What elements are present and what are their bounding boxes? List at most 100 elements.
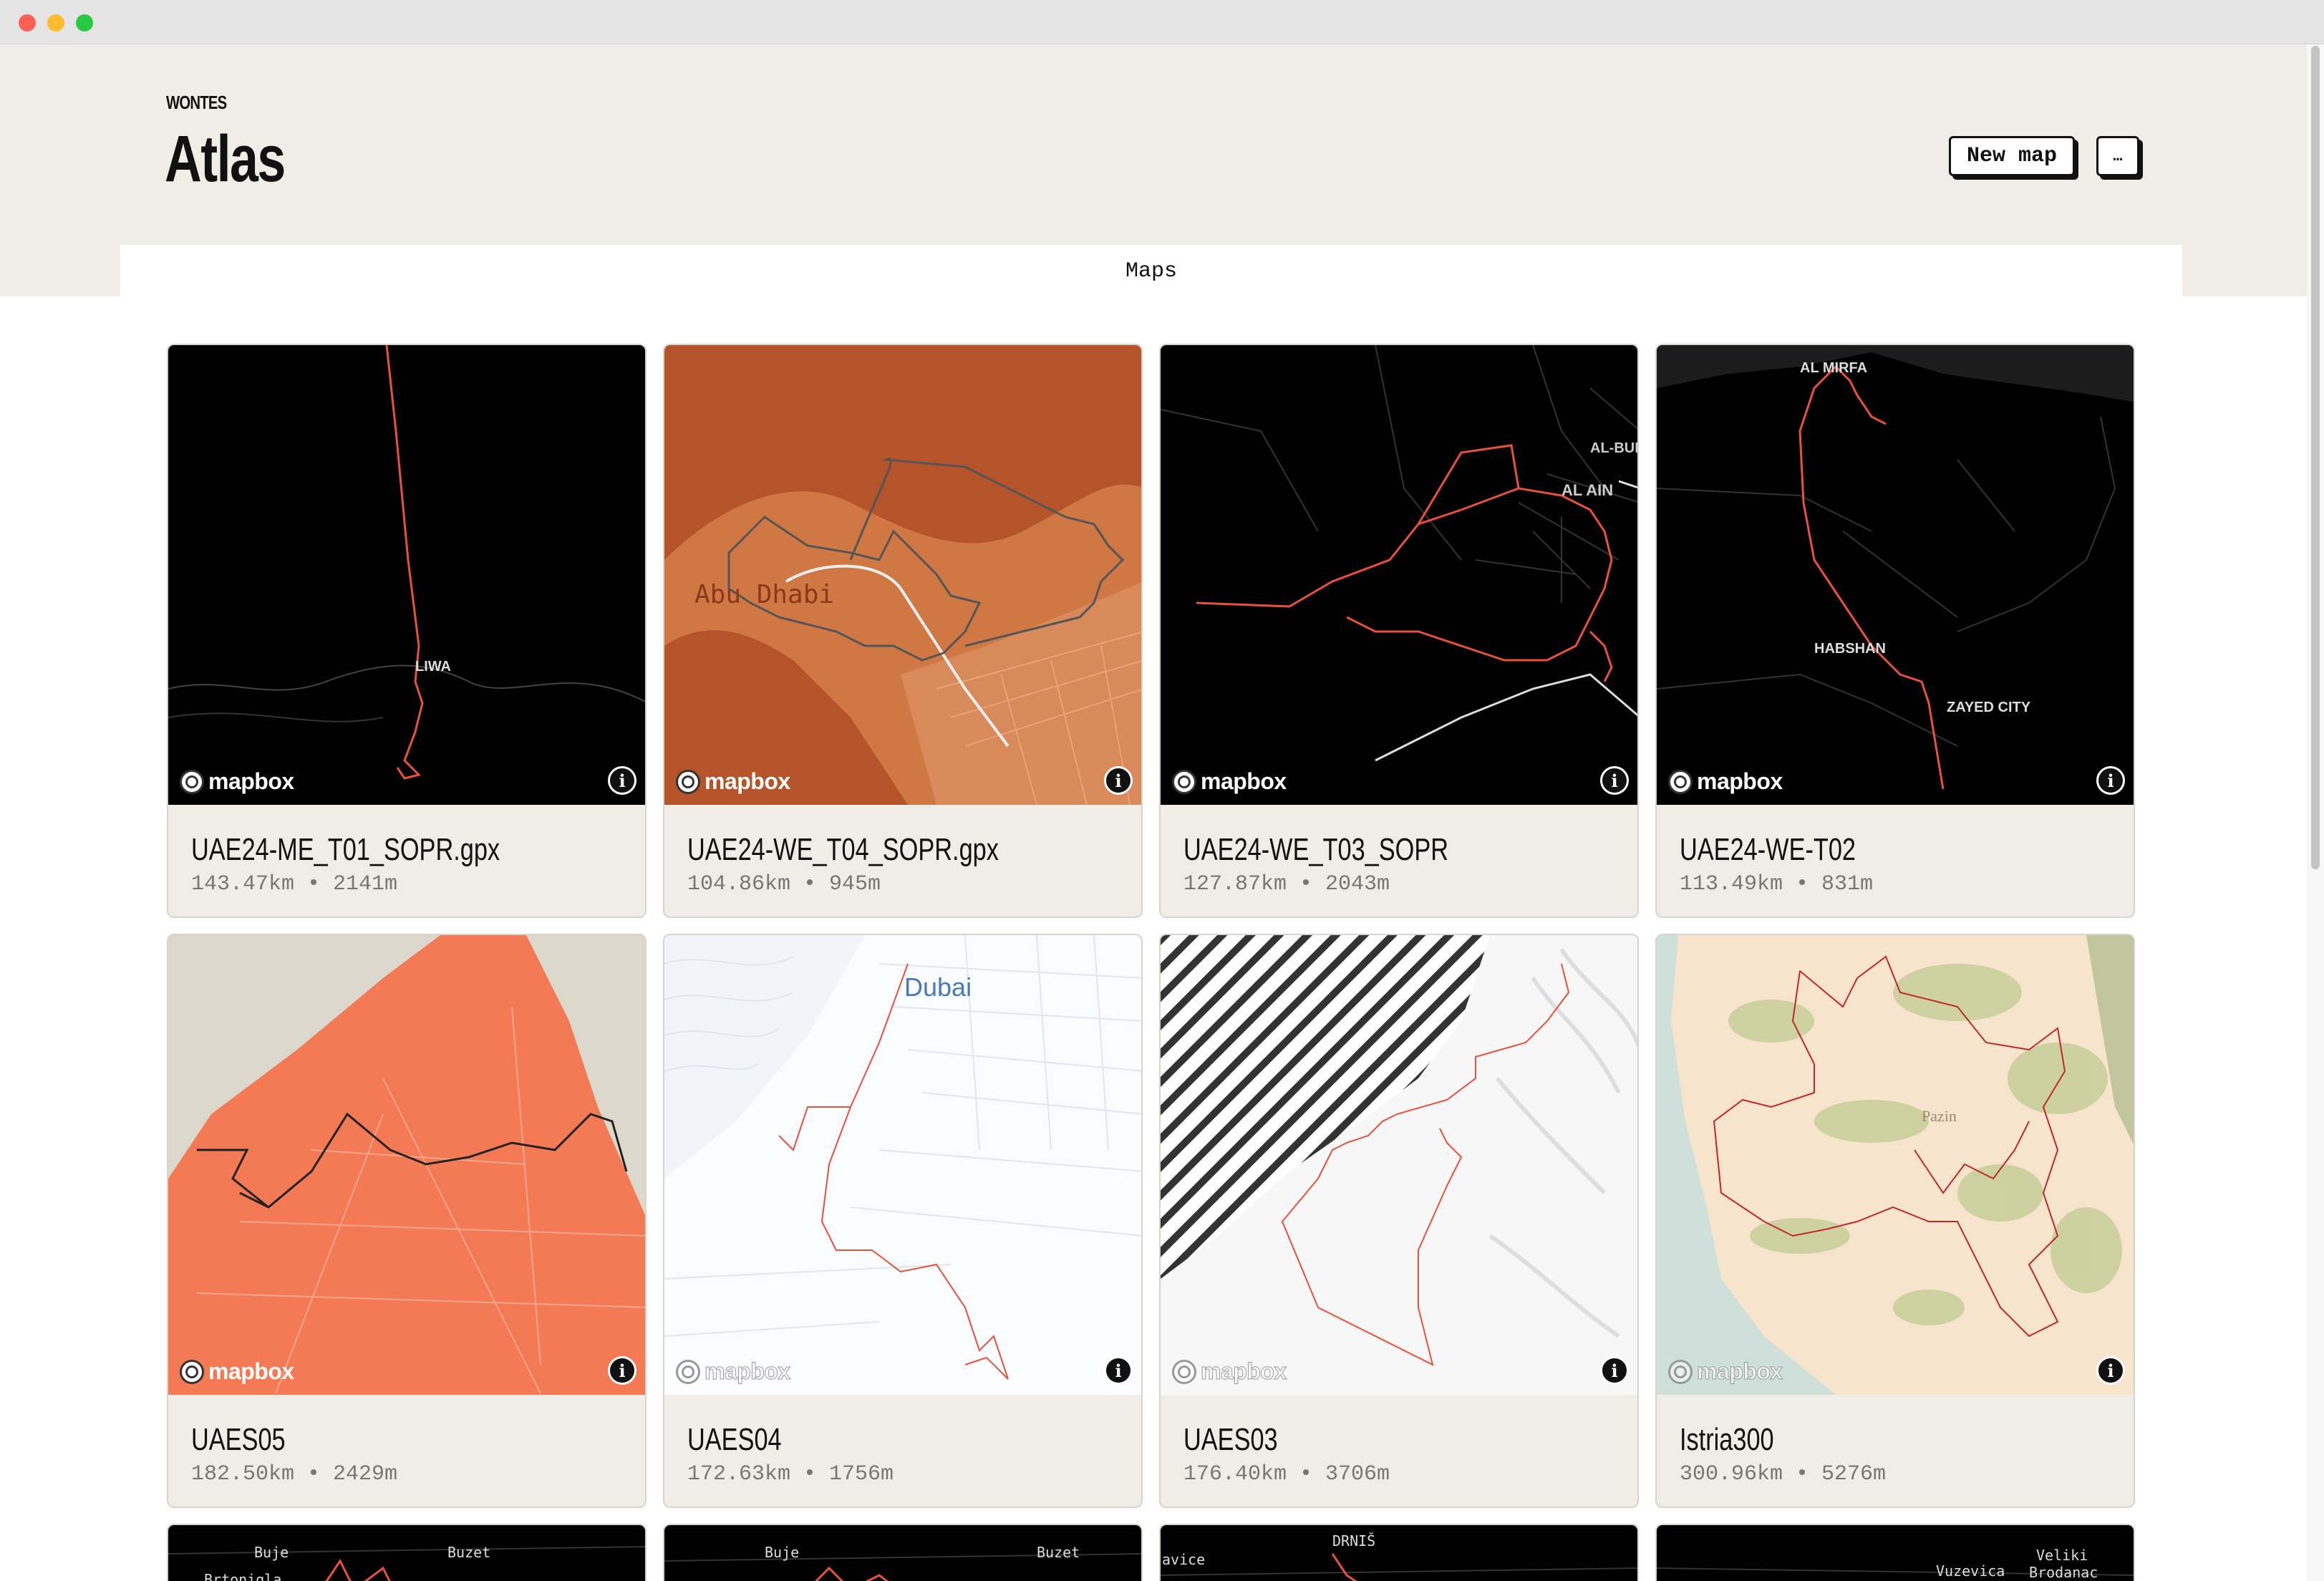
map-card-peek[interactable]: Veliki Vuzevica Brodanac: [1655, 1524, 2135, 1581]
mapbox-attribution[interactable]: mapbox: [676, 768, 790, 795]
app-logo[interactable]: WONTES: [166, 92, 227, 114]
map-thumbnail[interactable]: AL-BURA AL AIN mapbox i: [1161, 345, 1639, 805]
card-title: UAES05: [191, 1422, 286, 1457]
map-thumbnail[interactable]: mapbox i: [168, 935, 645, 1395]
map-card[interactable]: AL MIRFA HABSHAN ZAYED CITY mapbox i UAE…: [1655, 344, 2135, 918]
card-stats: 113.49km • 831m: [1680, 872, 1874, 896]
map-card[interactable]: mapbox i UAES05 182.50km • 2429m: [167, 934, 647, 1508]
card-title: UAE24-WE_T04_SOPR.gpx: [687, 832, 999, 867]
map-card[interactable]: Dubai mapbox i UAES04 172.63km • 1756m: [663, 934, 1143, 1508]
map-thumbnail[interactable]: Abu Dhabi mapbox i: [664, 345, 1141, 805]
map-card[interactable]: mapbox i UAES03 176.40km • 3706m: [1159, 934, 1639, 1508]
mapbox-icon: [180, 769, 204, 794]
mapbox-attribution[interactable]: mapbox: [180, 768, 294, 795]
map-thumbnail-art: Dubai: [664, 935, 1141, 1395]
scrollbar-thumb[interactable]: [2311, 46, 2320, 869]
mapbox-attribution[interactable]: mapbox: [1172, 1358, 1287, 1385]
map-thumbnail[interactable]: AL MIRFA HABSHAN ZAYED CITY mapbox i: [1657, 345, 2134, 805]
mapbox-attribution[interactable]: mapbox: [676, 1358, 791, 1385]
page-title: Atlas: [165, 122, 286, 195]
map-card[interactable]: Abu Dhabi mapbox i UAE24-WE_T04_SOPR.gpx…: [663, 344, 1143, 918]
mapbox-attribution[interactable]: mapbox: [1172, 768, 1287, 795]
map-thumbnail-art: Abu Dhabi: [664, 345, 1141, 805]
mapbox-icon: [1668, 769, 1693, 794]
card-stats: 300.96km • 5276m: [1680, 1462, 1887, 1486]
card-body: UAE24-ME_T01_SOPR.gpx 143.47km • 2141m: [168, 805, 645, 896]
map-label: DRNIŠ: [1332, 1532, 1376, 1549]
card-stats: 104.86km • 945m: [687, 872, 881, 896]
info-icon[interactable]: i: [608, 766, 636, 795]
map-thumbnail[interactable]: Pazin mapbox i: [1657, 935, 2134, 1395]
map-card[interactable]: AL-BURA AL AIN mapbox i UAE24-WE_T03_SOP…: [1159, 344, 1639, 918]
card-body: UAES05 182.50km • 2429m: [168, 1395, 645, 1486]
map-label-al-bura: AL-BURA: [1590, 440, 1639, 456]
info-icon[interactable]: i: [2096, 1356, 2125, 1385]
card-title: UAE24-WE-T02: [1680, 832, 1856, 867]
window-titlebar: [0, 0, 2324, 44]
card-stats: 172.63km • 1756m: [687, 1462, 894, 1486]
card-stats: 127.87km • 2043m: [1183, 872, 1390, 896]
new-map-button[interactable]: New map: [1949, 136, 2075, 176]
mapbox-icon: [676, 1359, 700, 1384]
zoom-window-button[interactable]: [76, 14, 93, 32]
card-body: Istria300 300.96km • 5276m: [1657, 1395, 2134, 1486]
info-icon[interactable]: i: [1104, 1356, 1133, 1385]
map-thumbnail-art: [1161, 935, 1637, 1395]
map-label-dubai: Dubai: [904, 972, 972, 1002]
card-title: UAES04: [687, 1422, 782, 1457]
map-thumbnail-art: Pazin: [1657, 935, 2134, 1395]
info-icon[interactable]: i: [1600, 1356, 1629, 1385]
more-options-button[interactable]: …: [2096, 136, 2139, 176]
map-label: avice: [1162, 1551, 1206, 1568]
card-body: UAE24-WE_T03_SOPR 127.87km • 2043m: [1161, 805, 1637, 896]
map-card-peek[interactable]: DRNIŠ avice: [1159, 1524, 1639, 1581]
card-stats: 143.47km • 2141m: [191, 872, 398, 896]
card-stats: 182.50km • 2429m: [191, 1462, 398, 1486]
map-thumbnail-art: [1161, 1553, 1637, 1581]
info-icon[interactable]: i: [1104, 766, 1133, 795]
card-body: UAE24-WE-T02 113.49km • 831m: [1657, 805, 2134, 896]
close-window-button[interactable]: [19, 14, 36, 32]
card-body: UAES04 172.63km • 1756m: [664, 1395, 1141, 1486]
card-title: UAE24-ME_T01_SOPR.gpx: [191, 832, 500, 867]
map-label: Vuzevica: [1936, 1562, 2005, 1580]
map-label: Brtonigla: [204, 1571, 282, 1581]
map-thumbnail[interactable]: Dubai mapbox i: [664, 935, 1141, 1395]
mapbox-icon: [676, 769, 700, 794]
map-thumbnail[interactable]: mapbox i: [1161, 935, 1637, 1395]
map-label-zayed-city: ZAYED CITY: [1947, 700, 2031, 715]
map-grid: LIWA mapbox i UAE24-ME_T01_SOPR.gpx 143.…: [167, 344, 2136, 1581]
mapbox-attribution[interactable]: mapbox: [180, 1358, 294, 1385]
map-card-peek[interactable]: Buje Buzet: [663, 1524, 1143, 1581]
card-body: UAE24-WE_T04_SOPR.gpx 104.86km • 945m: [664, 805, 1141, 896]
map-label: Veliki: [2036, 1547, 2088, 1564]
info-icon[interactable]: i: [2096, 766, 2125, 795]
map-label-al-mirfa: AL MIRFA: [1800, 360, 1867, 376]
mapbox-icon: [1172, 769, 1196, 794]
card-title: UAES03: [1183, 1422, 1278, 1457]
map-thumbnail-art: AL MIRFA HABSHAN ZAYED CITY: [1657, 345, 2134, 805]
map-label-habshan: HABSHAN: [1814, 641, 1886, 657]
map-label: Brodanac: [2029, 1564, 2098, 1581]
map-label: Buzet: [1037, 1544, 1080, 1561]
map-thumbnail[interactable]: LIWA mapbox i: [168, 345, 645, 805]
card-stats: 176.40km • 3706m: [1183, 1462, 1390, 1486]
map-thumbnail-art: [168, 935, 645, 1395]
info-icon[interactable]: i: [608, 1356, 636, 1385]
map-card[interactable]: Pazin mapbox i Istria300 300.96km • 5276…: [1655, 934, 2135, 1508]
mapbox-attribution[interactable]: mapbox: [1668, 768, 1783, 795]
map-thumbnail-art: AL-BURA AL AIN: [1161, 345, 1639, 805]
minimize-window-button[interactable]: [47, 14, 64, 32]
card-title: UAE24-WE_T03_SOPR: [1183, 832, 1449, 867]
mapbox-icon: [1172, 1359, 1196, 1384]
map-label: Buje: [254, 1544, 289, 1561]
mapbox-attribution[interactable]: mapbox: [1668, 1358, 1783, 1385]
tab-maps[interactable]: Maps: [1125, 259, 1177, 284]
map-card[interactable]: LIWA mapbox i UAE24-ME_T01_SOPR.gpx 143.…: [167, 344, 647, 918]
page-scrollbar[interactable]: [2307, 44, 2324, 1581]
mapbox-icon: [180, 1359, 204, 1384]
info-icon[interactable]: i: [1600, 766, 1629, 795]
map-label: Buzet: [447, 1544, 491, 1561]
tab-bar: Maps: [120, 245, 2182, 298]
map-card-peek[interactable]: Buje Buzet Brtonigla: [167, 1524, 647, 1581]
